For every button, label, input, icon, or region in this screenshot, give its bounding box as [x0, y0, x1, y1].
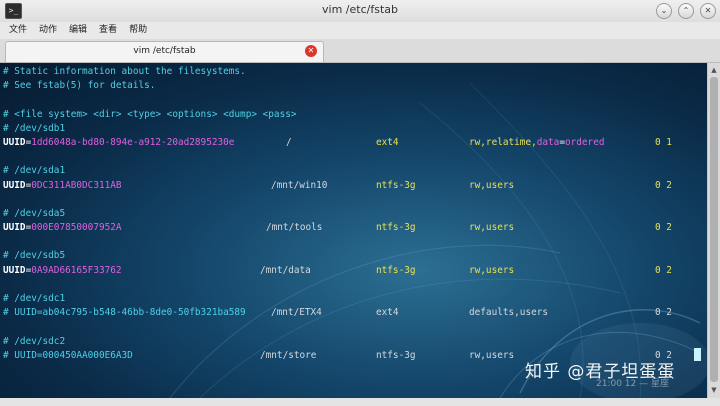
terminal-view[interactable]: # Static information about the filesyste… [0, 63, 720, 398]
fstab-entry-commented: # UUID=ab04c795-b548-46bb-8de0-50fb321ba… [3, 306, 672, 320]
tab-label: vim /etc/fstab [133, 46, 196, 56]
tab-close-icon[interactable]: ✕ [305, 45, 317, 57]
scroll-up-icon[interactable]: ▲ [709, 65, 719, 75]
tab-bar: vim /etc/fstab ✕ [0, 39, 720, 63]
mount-dir: /mnt/data [260, 264, 311, 276]
text-cursor [694, 348, 701, 361]
mount-options: rw,users [469, 222, 515, 234]
mount-options: rw,relatime,data=ordered [469, 136, 605, 148]
fstab-entry: UUID=000E07850007952A/mnt/tools ntfs-3g rw… [3, 221, 672, 235]
fs-type: ntfs-3g [376, 349, 416, 361]
mount-options: rw,users [469, 264, 515, 276]
mount-options: defaults,users [469, 307, 549, 319]
uuid-value: 1dd6048a-bd80-894e-a912-20ad2895230e [31, 136, 235, 148]
maximize-button[interactable]: ⌃ [678, 3, 694, 19]
window-titlebar: >_ vim /etc/fstab ⌄ ⌃ ✕ [0, 0, 720, 23]
window-bottom-border [0, 398, 720, 406]
menu-help[interactable]: 帮助 [125, 22, 151, 39]
uuid-key: UUID [3, 136, 26, 148]
fstab-entry-commented: # UUID=000450AA000E6A3D/mnt/store ntfs-3g… [3, 349, 672, 363]
comment-line: # See fstab(5) for details. [3, 80, 156, 92]
dump-pass: 0 2 [655, 264, 672, 276]
uuid-key: UUID [3, 264, 26, 276]
comment-line: # Static information about the filesyste… [3, 66, 246, 77]
mount-options: rw,users [469, 179, 515, 191]
menu-action[interactable]: 动作 [35, 22, 61, 39]
device-comment: # /dev/sda1 [3, 165, 66, 177]
mount-dir: /mnt/ETX4 [271, 307, 322, 319]
uuid-key: UUID [3, 179, 26, 191]
tab-vim-fstab[interactable]: vim /etc/fstab ✕ [5, 41, 324, 62]
device-comment: # /dev/sdb5 [3, 250, 66, 262]
uuid-value: 0DC311AB0DC311AB [31, 179, 122, 191]
mount-dir: /mnt/tools [266, 222, 323, 234]
dump-pass: 0 2 [655, 222, 672, 234]
close-button[interactable]: ✕ [700, 3, 716, 19]
vertical-scrollbar[interactable]: ▲ ▼ [707, 63, 720, 398]
device-comment: # /dev/sda5 [3, 207, 66, 219]
commented-uuid: # UUID=000450AA000E6A3D [3, 349, 133, 361]
fstab-entry: UUID=0DC311AB0DC311AB/mnt/win10 ntfs-3g rw… [3, 179, 672, 193]
fs-type: ntfs-3g [376, 222, 416, 234]
uuid-value: 0A9AD66165F33762 [31, 264, 122, 276]
fs-type: ntfs-3g [376, 264, 416, 276]
uuid-key: UUID [3, 222, 26, 234]
window-controls: ⌄ ⌃ ✕ [656, 3, 716, 19]
uuid-value: 000E07850007952A [31, 222, 122, 234]
menu-view[interactable]: 查看 [95, 22, 121, 39]
scroll-down-icon[interactable]: ▼ [709, 385, 719, 395]
fstab-entry: UUID=1dd6048a-bd80-894e-a912-20ad2895230… [3, 136, 672, 150]
menu-bar: 文件 动作 编辑 查看 帮助 [0, 22, 720, 39]
dump-pass: 0 2 [655, 179, 672, 191]
device-comment: # /dev/sdb1 [3, 122, 66, 134]
fs-type: ext4 [376, 307, 399, 319]
mount-dir: /mnt/store [260, 349, 317, 361]
comment-line: # <file system> <dir> <type> <options> <… [3, 108, 297, 120]
window-title: vim /etc/fstab [322, 3, 398, 16]
mount-options: rw,users [469, 349, 515, 361]
scrollbar-thumb[interactable] [710, 77, 718, 382]
dump-pass: 0 2 [655, 307, 672, 319]
device-comment: # /dev/sdc1 [3, 293, 66, 304]
fs-type: ntfs-3g [376, 179, 416, 191]
minimize-button[interactable]: ⌄ [656, 3, 672, 19]
menu-edit[interactable]: 编辑 [65, 22, 91, 39]
menu-file[interactable]: 文件 [5, 22, 31, 39]
mount-dir: /mnt/win10 [271, 179, 328, 191]
dump-pass: 0 1 [655, 136, 672, 148]
commented-uuid: # UUID=ab04c795-b548-46bb-8de0-50fb321ba… [3, 307, 246, 319]
mount-dir: / [286, 136, 292, 148]
clock-overlay: 21:00 12 — 星座 [596, 379, 669, 389]
device-comment: # /dev/sdc2 [3, 335, 66, 347]
fstab-content: # Static information about the filesyste… [3, 65, 672, 363]
fs-type: ext4 [376, 136, 399, 148]
fstab-entry: UUID=0A9AD66165F33762/mnt/data ntfs-3g rw,… [3, 264, 672, 278]
